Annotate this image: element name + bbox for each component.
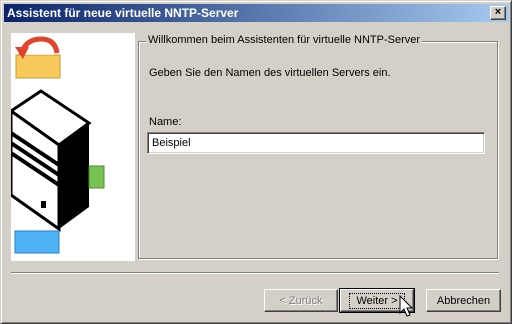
close-button[interactable]: × xyxy=(490,6,506,20)
name-label: Name: xyxy=(149,116,182,128)
wizard-illustration xyxy=(11,33,135,261)
window-title: Assistent für neue virtuelle NNTP-Server xyxy=(7,6,239,20)
cancel-button-label: Abbrechen xyxy=(436,294,491,307)
blue-block-icon xyxy=(14,230,60,254)
server-tower-icon xyxy=(11,89,92,232)
undo-arrow-folder-icon xyxy=(15,36,61,79)
next-button-label: Weiter > xyxy=(349,292,405,309)
back-button-label: < Zurück xyxy=(279,294,323,307)
illustration-graphic xyxy=(11,36,105,254)
title-bar[interactable]: Assistent für neue virtuelle NNTP-Server… xyxy=(4,4,509,22)
mouse-pointer-icon xyxy=(399,295,413,317)
server-name-input[interactable] xyxy=(147,132,485,154)
button-divider xyxy=(11,272,499,274)
cancel-button[interactable]: Abbrechen xyxy=(426,289,501,312)
instruction-text: Geben Sie den Namen des virtuellen Serve… xyxy=(149,67,391,79)
back-button[interactable]: < Zurück xyxy=(264,289,338,312)
groupbox-legend: Willkommen beim Assistenten für virtuell… xyxy=(146,34,423,46)
wizard-dialog: Assistent für neue virtuelle NNTP-Server… xyxy=(0,0,512,324)
green-block-icon xyxy=(88,165,105,189)
close-icon: × xyxy=(494,6,502,18)
